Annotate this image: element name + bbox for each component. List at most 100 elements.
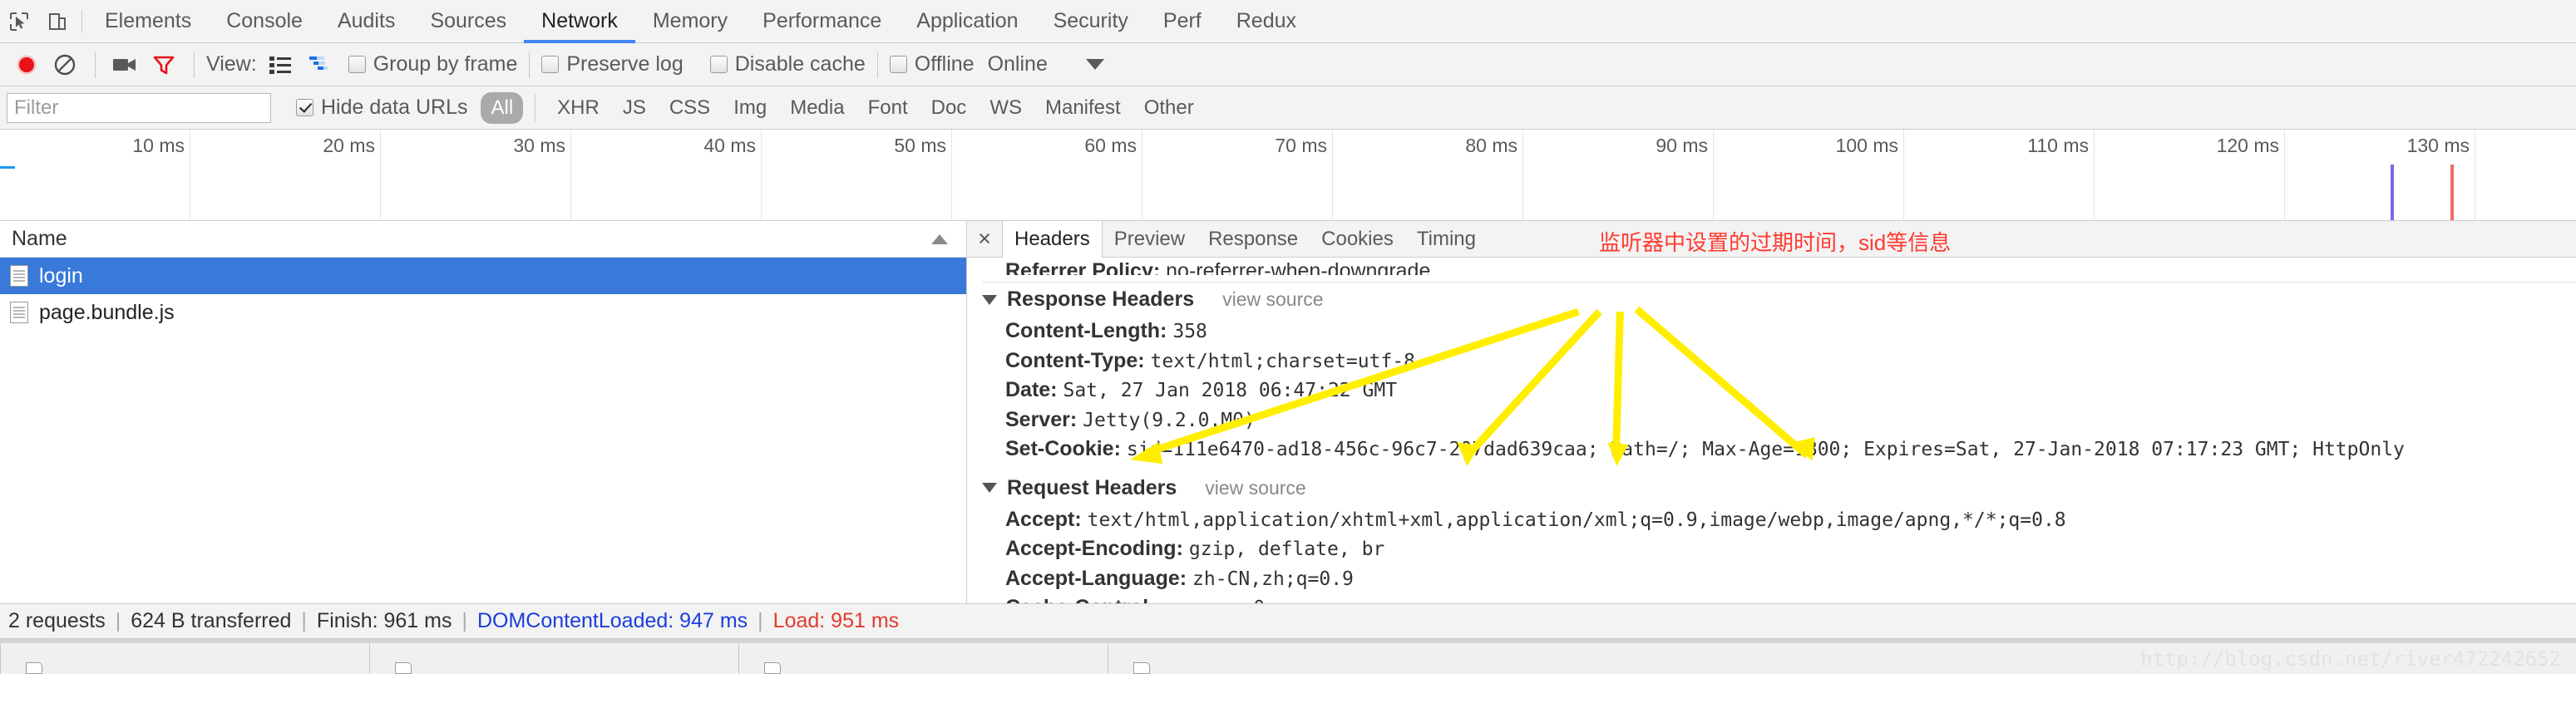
throttling-select[interactable]: Online bbox=[988, 52, 1048, 76]
type-filter-all[interactable]: All bbox=[481, 91, 524, 124]
toolbar-divider-4 bbox=[876, 51, 878, 78]
camera-icon[interactable] bbox=[107, 47, 144, 83]
detail-tab-headers[interactable]: Headers bbox=[1002, 221, 1103, 258]
request-row[interactable]: login bbox=[0, 258, 966, 294]
tab-elements[interactable]: Elements bbox=[87, 0, 209, 42]
toolbar-divider-3 bbox=[529, 51, 530, 78]
toolbar-divider-2 bbox=[194, 51, 195, 78]
preserve-log-checkbox[interactable]: Preserve log bbox=[541, 52, 683, 76]
header-row: Cache-Control: max-age=0 bbox=[982, 593, 2576, 603]
offline-checkbox[interactable]: Offline bbox=[889, 52, 975, 76]
close-icon[interactable]: × bbox=[967, 221, 1002, 257]
timeline-tick-label: 130 ms bbox=[2406, 135, 2470, 156]
type-filter-font[interactable]: Font bbox=[858, 92, 918, 124]
request-name: page.bundle.js bbox=[39, 300, 175, 324]
clear-icon[interactable] bbox=[47, 47, 83, 83]
view-label: View: bbox=[206, 52, 257, 76]
os-taskbar: http://blog.csdn.net/river472242652 bbox=[0, 639, 2576, 674]
horizontal-scrollbar[interactable] bbox=[0, 639, 2576, 643]
header-row: Date: Sat, 27 Jan 2018 06:47:22 GMT bbox=[982, 376, 2576, 406]
disable-cache-box[interactable] bbox=[709, 56, 728, 73]
offline-box[interactable] bbox=[889, 56, 907, 73]
timeline-tick: 130 ms bbox=[0, 130, 2475, 220]
detail-tab-timing[interactable]: Timing bbox=[1405, 221, 1488, 257]
tabbar-divider bbox=[81, 10, 82, 32]
waterfall-view-icon[interactable] bbox=[300, 47, 337, 83]
chevron-down-icon[interactable] bbox=[1085, 59, 1104, 70]
tab-console[interactable]: Console bbox=[209, 0, 320, 42]
hide-data-urls-box[interactable] bbox=[296, 99, 313, 116]
document-icon bbox=[10, 302, 28, 323]
tab-audits[interactable]: Audits bbox=[320, 0, 412, 42]
header-value: gzip, deflate, br bbox=[1188, 538, 1385, 560]
response-view-source-link[interactable]: view source bbox=[1222, 288, 1323, 311]
type-filter-manifest[interactable]: Manifest bbox=[1035, 92, 1131, 124]
disable-cache-checkbox[interactable]: Disable cache bbox=[709, 52, 866, 76]
taskbar-item[interactable] bbox=[0, 643, 369, 674]
type-filter-css[interactable]: CSS bbox=[659, 92, 720, 124]
disable-cache-label: Disable cache bbox=[734, 52, 866, 76]
request-row[interactable]: page.bundle.js bbox=[0, 294, 966, 331]
tab-network[interactable]: Network bbox=[524, 0, 635, 43]
status-load: Load: 951 ms bbox=[772, 609, 900, 632]
filter-funnel-icon[interactable] bbox=[146, 47, 182, 83]
header-row: Server: Jetty(9.2.0.M0) bbox=[982, 406, 2576, 435]
hide-data-urls-checkbox[interactable]: Hide data URLs bbox=[296, 96, 467, 120]
request-list-header[interactable]: Name bbox=[0, 221, 966, 258]
header-value: Jetty(9.2.0.M0) bbox=[1083, 409, 1256, 431]
tab-application[interactable]: Application bbox=[899, 0, 1035, 42]
tab-sources[interactable]: Sources bbox=[412, 0, 524, 42]
detail-tabbar: × Headers Preview Response Cookies Timing 监听… bbox=[967, 221, 2576, 258]
taskbar-item[interactable] bbox=[738, 643, 1108, 674]
type-filter-xhr[interactable]: XHR bbox=[547, 92, 609, 124]
preserve-log-box[interactable] bbox=[541, 56, 560, 73]
filter-bar: Hide data URLs All XHRJSCSSImgMediaFontDo… bbox=[0, 86, 2576, 130]
triangle-down-icon[interactable] bbox=[982, 483, 997, 493]
group-by-frame-box[interactable] bbox=[348, 56, 366, 73]
filter-input[interactable] bbox=[7, 92, 271, 123]
list-view-icon[interactable] bbox=[262, 47, 299, 83]
header-row: Accept-Encoding: gzip, deflate, br bbox=[982, 534, 2576, 564]
detail-tab-response[interactable]: Response bbox=[1197, 221, 1310, 257]
device-toggle-icon[interactable] bbox=[38, 0, 76, 42]
tab-security[interactable]: Security bbox=[1036, 0, 1146, 42]
header-name: Accept-Encoding: bbox=[1005, 537, 1183, 560]
type-filter-img[interactable]: Img bbox=[723, 92, 777, 124]
group-by-frame-checkbox[interactable]: Group by frame bbox=[348, 52, 517, 76]
type-filter-media[interactable]: Media bbox=[780, 92, 854, 124]
type-filter-other[interactable]: Other bbox=[1134, 92, 1204, 124]
column-header-name[interactable]: Name bbox=[12, 227, 67, 251]
detail-tab-preview[interactable]: Preview bbox=[1103, 221, 1197, 257]
request-view-source-link[interactable]: view source bbox=[1205, 477, 1305, 499]
type-filter-doc[interactable]: Doc bbox=[921, 92, 977, 124]
document-icon bbox=[395, 662, 412, 674]
status-requests: 2 requests bbox=[8, 609, 106, 632]
tab-perf[interactable]: Perf bbox=[1146, 0, 1219, 42]
resource-type-filters: All XHR JS CSS Img Media Font Doc WS Manifest Othe… bbox=[481, 91, 1204, 124]
tab-redux[interactable]: Redux bbox=[1219, 0, 1314, 42]
tab-memory[interactable]: Memory bbox=[635, 0, 745, 42]
sort-ascending-icon[interactable] bbox=[931, 234, 948, 244]
detail-tab-cookies[interactable]: Cookies bbox=[1310, 221, 1405, 257]
status-separator: | bbox=[758, 609, 763, 632]
type-filter-ws[interactable]: WS bbox=[980, 92, 1032, 124]
request-list-panel: Name login page.bundle.js bbox=[0, 221, 967, 603]
header-row: Accept-Language: zh-CN,zh;q=0.9 bbox=[982, 564, 2576, 594]
taskbar-item[interactable] bbox=[1108, 643, 1477, 674]
header-name: Date: bbox=[1005, 378, 1058, 401]
clipped-header-name: Referrer Policy: bbox=[1005, 259, 1161, 275]
triangle-down-icon[interactable] bbox=[982, 294, 997, 305]
toolbar-divider-1 bbox=[95, 51, 96, 78]
header-row: Content-Length: 358 bbox=[982, 317, 2576, 347]
inspect-cursor-icon[interactable] bbox=[0, 0, 38, 42]
request-headers-section-title[interactable]: Request Headers view source bbox=[982, 476, 2576, 500]
record-button-icon[interactable] bbox=[8, 47, 45, 83]
network-main: Name login page.bundle.js × Headers Previe… bbox=[0, 221, 2576, 604]
watermark-text: http://blog.csdn.net/river472242652 bbox=[2140, 647, 2561, 671]
devtools-window: Elements Console Audits Sources Network Memor… bbox=[0, 0, 2576, 703]
tab-performance[interactable]: Performance bbox=[745, 0, 899, 42]
network-overview[interactable]: 10 ms 20 ms 30 ms 40 ms 50 ms 60 ms 70 ms 80 ms… bbox=[0, 130, 2576, 221]
type-filter-js[interactable]: JS bbox=[613, 92, 656, 124]
taskbar-item[interactable] bbox=[369, 643, 738, 674]
response-headers-section-title[interactable]: Response Headers view source bbox=[982, 288, 2576, 312]
